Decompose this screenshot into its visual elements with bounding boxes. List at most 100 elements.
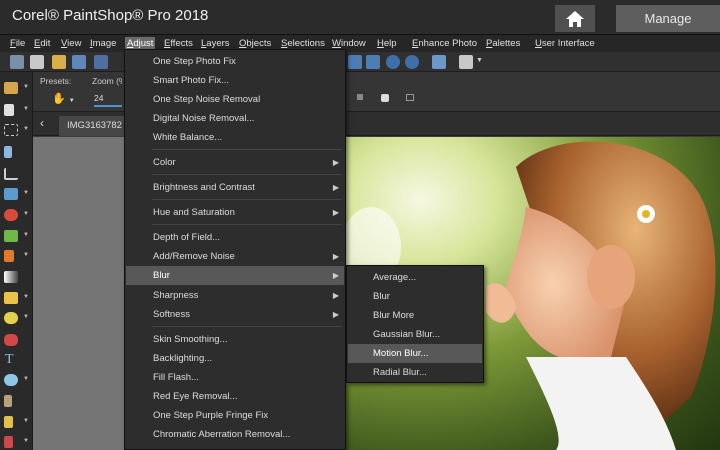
shape-tool-icon[interactable] — [4, 374, 18, 386]
blur-submenu-item[interactable]: Gaussian Blur... — [348, 325, 482, 344]
fill-tool-icon[interactable] — [4, 334, 18, 346]
fit-window-icon[interactable] — [348, 55, 362, 69]
adjust-menu-item[interactable]: Brightness and Contrast ▶ — [126, 178, 344, 197]
menu-user-interface[interactable]: User Interface — [533, 37, 597, 51]
chevron-down-icon[interactable]: ▼ — [23, 252, 29, 258]
open-folder-icon[interactable] — [52, 55, 66, 69]
chevron-down-icon[interactable]: ▼ — [23, 376, 29, 382]
crop-tool-icon[interactable] — [4, 168, 18, 180]
adjust-menu-item[interactable]: Add/Remove Noise ▶ — [126, 247, 344, 266]
scanner-icon[interactable] — [72, 55, 86, 69]
adjust-menu-item[interactable]: Fill Flash... — [126, 368, 344, 387]
adjust-menu-item[interactable]: Skin Smoothing... — [126, 330, 344, 349]
chevron-down-icon[interactable]: ▼ — [23, 232, 29, 238]
selection-tool-icon[interactable] — [4, 124, 18, 136]
red-eye-tool-icon[interactable] — [4, 209, 18, 221]
submenu-arrow-icon: ▶ — [332, 252, 339, 261]
chevron-down-icon[interactable]: ▼ — [23, 190, 29, 196]
fit-image-icon[interactable] — [366, 55, 380, 69]
pick-tool-icon[interactable] — [4, 104, 14, 116]
adjust-menu-item[interactable]: One Step Purple Fringe Fix — [126, 406, 344, 425]
submenu-arrow-icon: ▶ — [332, 271, 339, 280]
standard-toolbar: ▼ — [0, 52, 720, 72]
adjust-menu-item[interactable]: Blur ▶ — [126, 266, 344, 285]
menu-view[interactable]: View — [59, 37, 83, 51]
toggle-icon[interactable] — [357, 94, 363, 100]
menu-image[interactable]: Image — [88, 37, 118, 51]
adjust-menu-item[interactable]: Red Eye Removal... — [126, 387, 344, 406]
chevron-down-icon[interactable]: ▼ — [23, 438, 29, 444]
home-button[interactable] — [555, 5, 595, 32]
menu-help[interactable]: Help — [375, 37, 399, 51]
submenu-arrow-icon: ▶ — [332, 208, 339, 217]
zoom-label: Zoom (%) — [92, 76, 122, 86]
menu-bar: File Edit View Image Adjust Effects Layers Obje… — [0, 34, 720, 52]
paint-brush-icon[interactable] — [4, 250, 14, 262]
app-title: Corel® PaintShop® Pro 2018 — [12, 7, 209, 24]
straighten-tool-icon[interactable] — [4, 188, 18, 200]
new-file-icon[interactable] — [10, 55, 24, 69]
chevron-left-icon[interactable]: ‹ — [40, 116, 44, 130]
submenu-arrow-icon: ▶ — [332, 183, 339, 192]
chevron-down-icon[interactable]: ▼ — [23, 294, 29, 300]
chevron-down-icon[interactable]: ▼ — [23, 314, 29, 320]
pan-tool-icon[interactable] — [4, 82, 18, 94]
title-bar: Corel® PaintShop® Pro 2018 Manage — [0, 0, 720, 34]
chevron-down-icon[interactable]: ▼ — [23, 84, 29, 90]
adjust-menu-item[interactable]: Backlighting... — [126, 349, 344, 368]
chevron-down-icon[interactable]: ▼ — [23, 211, 29, 217]
zoom-out-icon[interactable] — [386, 55, 400, 69]
color-replacer-icon[interactable] — [4, 436, 13, 448]
adjust-menu-item[interactable]: One Step Photo Fix — [126, 52, 344, 71]
adjust-menu-item[interactable]: Digital Noise Removal... — [126, 109, 344, 128]
adjust-menu-item[interactable]: Color ▶ — [126, 153, 344, 172]
blur-submenu: Average... Blur Blur More Gaussian Blur... M… — [346, 265, 484, 383]
chevron-down-icon[interactable]: ▼ — [23, 418, 29, 424]
adjust-menu-item[interactable]: White Balance... — [126, 128, 344, 147]
presets-label: Presets: — [40, 76, 72, 86]
submenu-arrow-icon: ▶ — [332, 291, 339, 300]
adjust-dropdown-menu: One Step Photo Fix Smart Photo Fix... One … — [124, 49, 346, 450]
menu-palettes[interactable]: Palettes — [484, 37, 522, 51]
clone-brush-icon[interactable] — [4, 292, 18, 304]
dropper-tool-icon[interactable] — [4, 146, 12, 158]
chevron-down-icon[interactable]: ▼ — [23, 126, 29, 132]
copy-dropdown-icon[interactable]: ▼ — [476, 57, 483, 64]
save-icon[interactable] — [94, 55, 108, 69]
blur-submenu-item[interactable]: Blur — [348, 287, 482, 306]
blur-submenu-item[interactable]: Radial Blur... — [348, 363, 482, 382]
blur-submenu-item[interactable]: Blur More — [348, 306, 482, 325]
copy-icon[interactable] — [459, 55, 473, 69]
crop-icon[interactable] — [432, 55, 446, 69]
blur-submenu-item[interactable]: Average... — [348, 268, 482, 287]
menu-edit[interactable]: Edit — [32, 37, 52, 51]
new-document-icon[interactable] — [30, 55, 44, 69]
tool-options-bar: Presets: ✋ ▼ Zoom (%) 24 — [0, 72, 720, 112]
adjust-menu-item[interactable]: Chromatic Aberration Removal... — [126, 425, 344, 444]
pen-tool-icon[interactable] — [4, 395, 12, 407]
makeover-tool-icon[interactable] — [4, 230, 18, 242]
adjust-menu-item[interactable]: Hue and Saturation ▶ — [126, 203, 344, 222]
adjust-menu-item[interactable]: Smart Photo Fix... — [126, 71, 344, 90]
menu-separator — [152, 326, 342, 327]
adjust-menu-item[interactable]: Softness ▶ — [126, 305, 344, 324]
warp-brush-icon[interactable] — [4, 416, 13, 428]
menu-separator — [152, 149, 342, 150]
manage-tab[interactable]: Manage — [616, 5, 720, 32]
zoom-actual-icon[interactable] — [381, 94, 389, 102]
gradient-tool-icon[interactable] — [4, 271, 18, 283]
adjust-menu-item[interactable]: Depth of Field... — [126, 228, 344, 247]
blur-submenu-item[interactable]: Motion Blur... — [348, 344, 482, 363]
adjust-menu-item[interactable]: One Step Noise Removal — [126, 90, 344, 109]
zoom-input[interactable]: 24 — [94, 93, 122, 107]
menu-separator — [152, 199, 342, 200]
adjust-menu-item[interactable]: Sharpness ▶ — [126, 286, 344, 305]
text-tool-icon[interactable]: T — [5, 352, 14, 368]
eraser-tool-icon[interactable] — [4, 312, 18, 324]
zoom-fit-icon[interactable] — [406, 94, 414, 101]
chevron-down-icon[interactable]: ▼ — [23, 106, 29, 112]
menu-file[interactable]: File — [8, 37, 27, 51]
menu-enhance-photo[interactable]: Enhance Photo — [410, 37, 479, 51]
zoom-in-icon[interactable] — [405, 55, 419, 69]
preset-picker-icon[interactable]: ✋ ▼ — [52, 92, 75, 105]
